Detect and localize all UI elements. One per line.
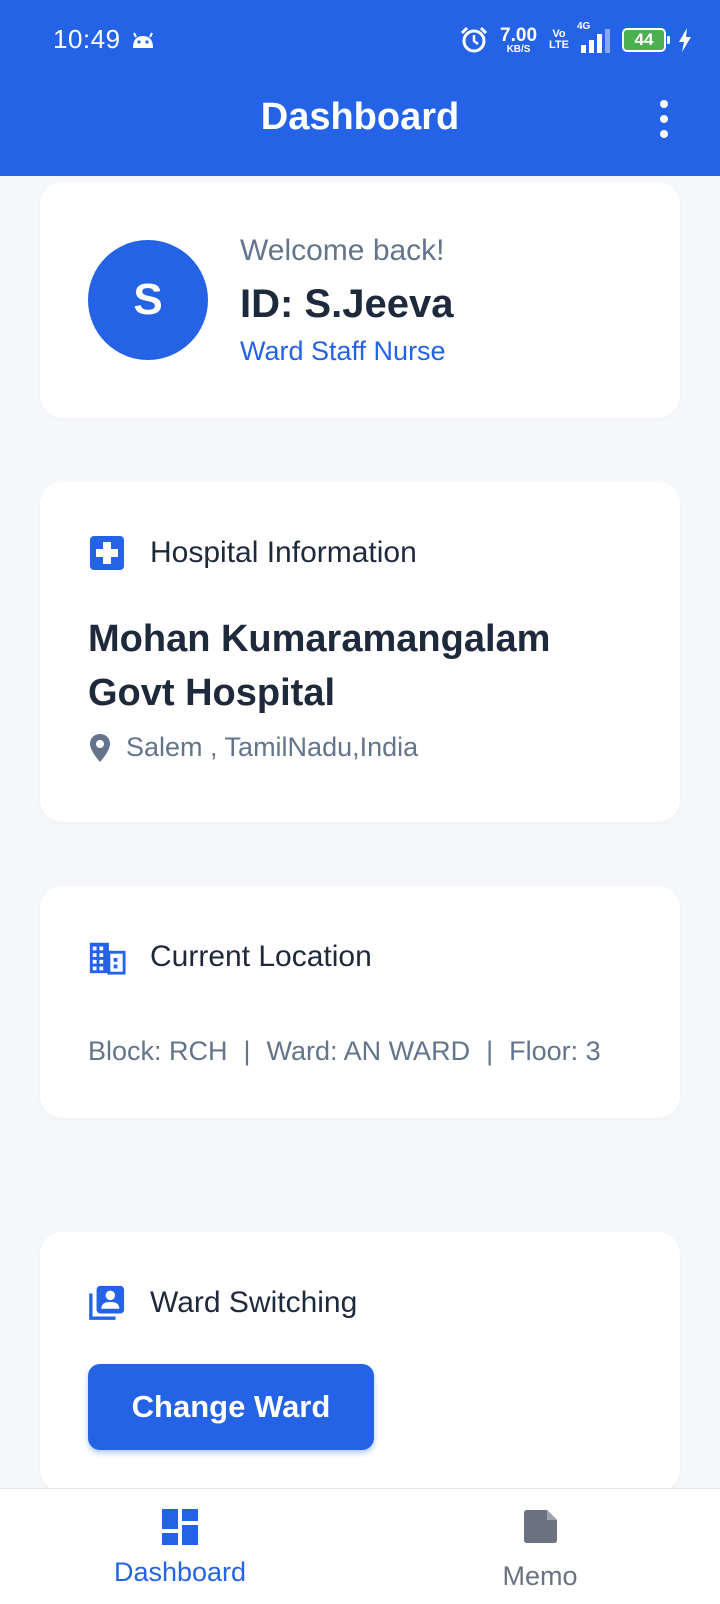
nav-item-dashboard[interactable]: Dashboard: [80, 1507, 280, 1588]
page-title: Dashboard: [260, 96, 460, 138]
menu-dot: [660, 100, 668, 108]
status-icons: 7.00 KB/S Vo LTE 4G 44: [460, 21, 692, 58]
avatar: S: [88, 240, 208, 360]
profile-card: S Welcome back! ID: S.Jeeva Ward Staff N…: [40, 182, 680, 418]
hospital-address: Salem , TamilNadu,India: [88, 732, 418, 763]
menu-dot: [660, 115, 668, 123]
ward-switching-header: Ward Switching: [88, 1284, 357, 1322]
nav-label-memo: Memo: [502, 1561, 578, 1591]
nav-label-dashboard: Dashboard: [113, 1557, 247, 1587]
hospital-icon: [90, 536, 124, 570]
current-location-title: Current Location: [150, 940, 372, 973]
user-role: Ward Staff Nurse: [240, 336, 446, 366]
building-icon: [89, 942, 126, 975]
net-speed-unit: KB/S: [506, 43, 531, 55]
contacts-icon: [89, 1285, 125, 1320]
signal-bar: [581, 45, 586, 53]
memo-icon: [524, 1510, 557, 1543]
android-notification-icon: [133, 32, 153, 48]
status-bar: 10:49 7.00 KB/S Vo LTE 4G 44: [0, 0, 720, 80]
volte-indicator: Vo LTE: [549, 29, 569, 51]
separator: |: [486, 1036, 494, 1066]
nav-item-memo[interactable]: Memo: [440, 1507, 640, 1592]
bottom-navigation: Dashboard Memo: [0, 1488, 720, 1604]
current-location-card: Current Location Block: RCH | Ward: AN W…: [40, 886, 680, 1118]
top-bar: 10:49 7.00 KB/S Vo LTE 4G 44 Dashboard: [0, 0, 720, 176]
welcome-text: Welcome back!: [240, 234, 445, 267]
dashboard-icon: [162, 1509, 198, 1545]
signal-bar: [605, 29, 610, 53]
battery-level: 44: [634, 30, 654, 49]
battery-icon: 44: [622, 28, 670, 52]
alarm-icon: [460, 26, 488, 53]
net-speed-value: 7.00: [500, 24, 538, 46]
hospital-info-card: Hospital Information Mohan Kumaramangala…: [40, 482, 680, 822]
network-type: 4G: [577, 21, 591, 32]
hospital-info-header: Hospital Information: [88, 534, 417, 572]
floor-value: Floor: 3: [509, 1036, 601, 1066]
current-location-header: Current Location: [88, 938, 372, 976]
net-speed: 7.00 KB/S: [500, 26, 537, 55]
user-id: ID: S.Jeeva: [240, 282, 454, 326]
hospital-address-text: Salem , TamilNadu,India: [126, 732, 419, 762]
separator: |: [243, 1036, 251, 1066]
location-details: Block: RCH | Ward: AN WARD | Floor: 3: [88, 1036, 601, 1067]
ward-switching-title: Ward Switching: [150, 1286, 358, 1319]
app-root: 10:49 7.00 KB/S Vo LTE 4G 44 Dashboard S…: [0, 0, 720, 1604]
change-ward-button[interactable]: Change Ward: [88, 1364, 374, 1450]
hospital-info-title: Hospital Information: [150, 536, 417, 569]
status-time: 10:49: [53, 24, 121, 54]
ward-switching-card: Ward Switching Change Ward: [40, 1232, 680, 1492]
signal-bar: [589, 40, 594, 53]
location-pin-icon: [90, 733, 110, 762]
volte-bottom: LTE: [549, 39, 569, 51]
block-value: Block: RCH: [88, 1036, 228, 1066]
signal-icon: 4G: [577, 21, 610, 53]
ward-value: Ward: AN WARD: [266, 1036, 471, 1066]
more-options-button[interactable]: [656, 100, 672, 138]
signal-bar: [597, 34, 602, 53]
hospital-name: Mohan Kumaramangalam Govt Hospital: [88, 618, 551, 714]
menu-dot: [660, 130, 668, 138]
charging-bolt-icon: [679, 28, 691, 52]
